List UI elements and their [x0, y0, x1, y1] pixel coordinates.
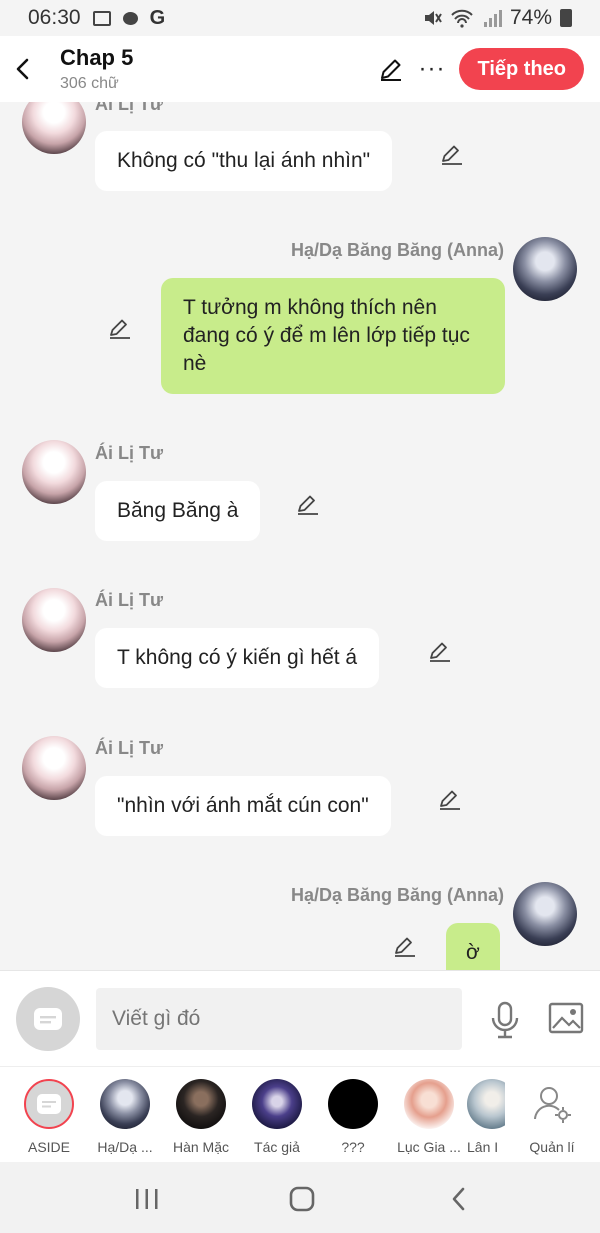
signal-icon: [483, 10, 502, 27]
sender-name: Ái Lị Tư: [95, 102, 164, 114]
character-label: ASIDE: [27, 1139, 70, 1155]
edit-message-icon[interactable]: [438, 787, 462, 811]
avatar[interactable]: [22, 102, 86, 154]
chapter-header: Chap 5 306 chữ ··· Tiếp theo: [0, 36, 600, 102]
message-input[interactable]: [96, 988, 462, 1050]
word-count: 306 chữ: [60, 75, 119, 92]
mute-icon: [424, 11, 442, 25]
gallery-notification-icon: [92, 10, 111, 26]
sender-name: Ái Lị Tư: [95, 738, 164, 758]
image-icon[interactable]: [548, 1001, 584, 1035]
battery-icon: [560, 9, 572, 27]
character-label: Hạ/Dạ ...: [97, 1139, 153, 1155]
character-unknown[interactable]: ???: [315, 1079, 391, 1155]
chapter-title: Chap 5: [60, 45, 134, 70]
battery-percent: 74%: [509, 6, 552, 29]
microphone-icon[interactable]: [488, 1001, 522, 1039]
avatar: [100, 1079, 150, 1129]
sender-name: Ái Lị Tư: [95, 590, 164, 610]
message-bubble[interactable]: "nhìn với ánh mắt cún con": [95, 776, 391, 836]
chat-area[interactable]: Ái Lị Tư Không có "thu lại ánh nhìn" Hạ/…: [0, 102, 600, 970]
message-bubble[interactable]: T tưởng m không thích nên đang có ý để m…: [161, 278, 505, 394]
edit-message-icon[interactable]: [108, 316, 132, 340]
message-bubble[interactable]: Không có "thu lại ánh nhìn": [95, 131, 393, 191]
system-nav-bar: [0, 1162, 600, 1233]
character-tac-gia[interactable]: Tác giả: [239, 1079, 315, 1155]
character-lan[interactable]: Lân I: [467, 1079, 505, 1155]
edit-message-icon[interactable]: [393, 934, 417, 958]
avatar: [176, 1079, 226, 1129]
aside-avatar: [24, 1079, 74, 1129]
avatar: [404, 1079, 454, 1129]
character-selector: ASIDE Hạ/Dạ ... Hàn Mặc Tác giả ??? Lục …: [0, 1066, 600, 1162]
character-ha-da[interactable]: Hạ/Dạ ...: [87, 1079, 163, 1155]
back-button[interactable]: [0, 39, 46, 99]
message-bubble[interactable]: T không có ý kiến gì hết á: [95, 628, 380, 688]
status-time: 06:30: [28, 6, 81, 29]
edit-chapter-icon[interactable]: [378, 56, 404, 82]
avatar: [328, 1079, 378, 1129]
character-label: Tác giả: [254, 1139, 300, 1155]
avatar: [467, 1079, 505, 1129]
character-label: Lục Gia ...: [397, 1139, 461, 1155]
chat-notification-icon: [122, 11, 138, 25]
edit-message-icon[interactable]: [440, 142, 464, 166]
message-icon: [37, 1094, 61, 1114]
avatar[interactable]: [513, 237, 577, 301]
avatar[interactable]: [22, 588, 86, 652]
aside-toggle-button[interactable]: [16, 987, 80, 1051]
back-nav-icon[interactable]: [450, 1186, 468, 1217]
sender-name: Hạ/Dạ Băng Băng (Anna): [290, 885, 504, 905]
message-icon: [34, 1008, 62, 1030]
edit-message-icon[interactable]: [296, 492, 320, 516]
edit-message-icon[interactable]: [428, 639, 452, 663]
user-settings-icon: [534, 1087, 571, 1123]
message-bubble[interactable]: ờ: [446, 923, 500, 970]
recent-apps-icon[interactable]: [134, 1188, 160, 1215]
character-luc-gia[interactable]: Lục Gia ...: [391, 1079, 467, 1155]
message-composer: [0, 970, 600, 1066]
more-options-icon[interactable]: ···: [418, 57, 445, 81]
character-label: ???: [341, 1139, 365, 1155]
character-label: Hàn Mặc: [172, 1139, 230, 1155]
chevron-left-icon: [16, 58, 29, 80]
home-icon[interactable]: [289, 1186, 315, 1217]
message-bubble[interactable]: Băng Băng à: [95, 481, 261, 541]
character-han-mac[interactable]: Hàn Mặc: [163, 1079, 239, 1155]
google-notification-icon: G: [149, 6, 166, 29]
wifi-icon: [451, 9, 473, 28]
sender-name: Hạ/Dạ Băng Băng (Anna): [290, 240, 504, 260]
sender-name: Ái Lị Tư: [95, 443, 164, 463]
character-label: Quản lí: [529, 1139, 575, 1155]
character-aside[interactable]: ASIDE: [11, 1079, 87, 1155]
avatar[interactable]: [22, 736, 86, 800]
avatar: [252, 1079, 302, 1129]
status-bar: 06:30 G 74%: [0, 0, 600, 36]
manage-characters-button[interactable]: Quản lí: [514, 1079, 590, 1155]
avatar[interactable]: [513, 882, 577, 946]
character-label: Lân I: [467, 1139, 499, 1155]
next-chapter-button[interactable]: Tiếp theo: [459, 48, 584, 90]
avatar[interactable]: [22, 440, 86, 504]
